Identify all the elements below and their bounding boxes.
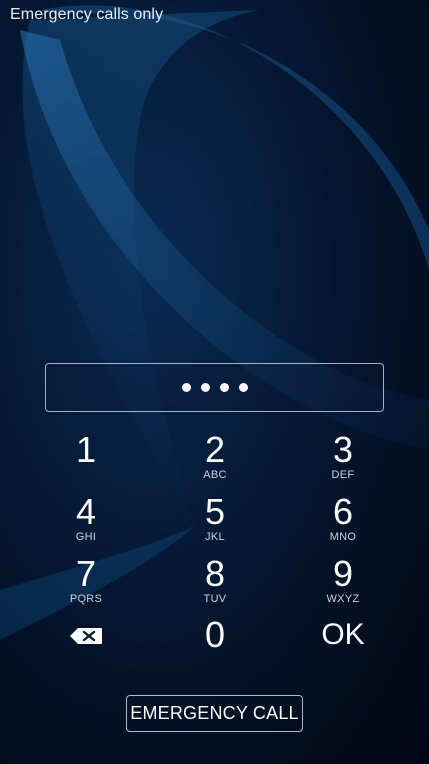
key-0[interactable]: 0 [165,616,265,674]
key-4[interactable]: 4 GHI [36,493,136,551]
key-digit: 6 [332,491,354,532]
key-digit: 9 [332,553,354,594]
key-letters: PQRS [69,593,103,605]
key-8[interactable]: 8 TUV [165,555,265,613]
key-letters: ABC [203,469,227,481]
key-9[interactable]: 9 WXYZ [293,555,393,613]
emergency-call-button[interactable]: EMERGENCY CALL [126,695,303,732]
key-1[interactable]: 1 [36,431,136,489]
key-letters: DEF [331,469,355,481]
key-digit: 1 [75,429,97,470]
pin-dot [219,383,229,392]
key-letters: JKL [205,531,225,543]
backspace-icon [70,628,102,644]
key-letters: WXYZ [326,593,360,605]
key-letters: TUV [203,593,227,605]
key-digit: 8 [204,553,226,594]
key-letters: MNO [329,531,357,543]
ok-button[interactable]: OK [293,616,393,674]
key-6[interactable]: 6 MNO [293,493,393,551]
key-letters: GHI [75,531,97,543]
pin-dot [200,383,210,392]
key-digit: 5 [204,491,226,532]
key-5[interactable]: 5 JKL [165,493,265,551]
key-digit: 2 [204,429,226,470]
key-3[interactable]: 3 DEF [293,431,393,489]
key-2[interactable]: 2 ABC [165,431,265,489]
key-digit: 4 [75,491,97,532]
pin-input-field[interactable] [45,363,384,412]
key-digit: 3 [332,429,354,470]
pin-dot [238,383,248,392]
carrier-status-text: Emergency calls only [10,6,164,23]
pin-dot [181,383,191,392]
key-digit: 0 [204,614,226,655]
key-7[interactable]: 7 PQRS [36,555,136,613]
key-digit: 7 [75,553,97,594]
ok-label: OK [321,618,365,651]
backspace-button[interactable] [36,616,136,656]
